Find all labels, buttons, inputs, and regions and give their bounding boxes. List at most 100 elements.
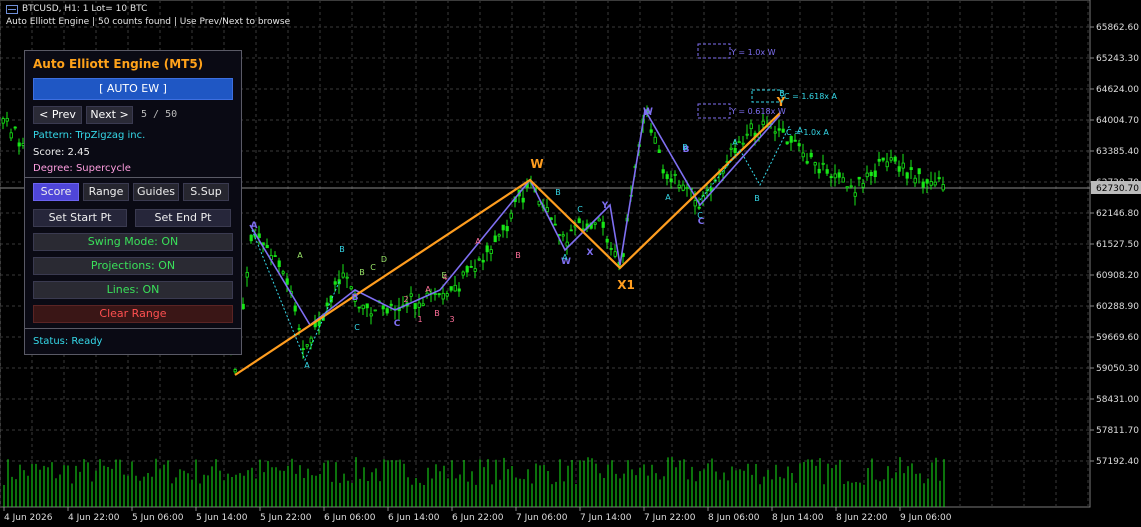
candle-body [349, 286, 353, 290]
projection-label: Y = 0.618x W [730, 107, 786, 116]
candle-body [441, 292, 445, 300]
indicator-subtitle: Auto Elliott Engine | 50 counts found | … [6, 17, 291, 27]
minor-wave-label: C [394, 319, 401, 329]
candle-body [669, 178, 673, 183]
candle-body [777, 128, 781, 131]
projections-toggle[interactable]: Projections: ON [33, 257, 233, 275]
candle-body [837, 172, 841, 178]
candle-body [249, 234, 253, 242]
candle-body [357, 306, 361, 309]
candle-body [829, 176, 833, 179]
tab-score[interactable]: Score [33, 183, 79, 201]
major-wave-label: W [530, 157, 543, 171]
candle-body [685, 187, 689, 189]
panel-title: Auto Elliott Engine (MT5) [33, 57, 204, 71]
time-label: 8 Jun 14:00 [772, 513, 824, 523]
price-label: 64624.00 [1096, 85, 1139, 95]
candle-body [889, 157, 893, 161]
candle-body [593, 222, 597, 225]
time-label: 8 Jun 22:00 [836, 513, 888, 523]
count-counter: 5 / 50 [141, 109, 178, 120]
candle-body [345, 276, 349, 279]
projection-label: Y = 1.0x W [730, 48, 776, 57]
sub-wave-label: 1 [417, 315, 422, 324]
candle-body [673, 173, 677, 176]
candle-body [857, 176, 861, 180]
sub-wave-label: 2 [403, 295, 408, 304]
time-label: 8 Jun 06:00 [708, 513, 760, 523]
tab-ssup[interactable]: S.Sup [183, 183, 229, 201]
price-label: 58431.00 [1096, 395, 1139, 405]
candle-body [501, 224, 505, 231]
sub-wave-label: A [304, 361, 310, 370]
swing-mode-toggle[interactable]: Swing Mode: ON [33, 233, 233, 251]
candle-body [925, 179, 929, 184]
prev-button[interactable]: < Prev [33, 106, 82, 124]
candle-body [805, 161, 809, 164]
candle-body [389, 303, 393, 306]
candle-body [301, 348, 305, 350]
candle-body [793, 139, 797, 142]
sub-wave-label: C [370, 263, 376, 272]
sub-wave-label: C [354, 323, 360, 332]
candle-body [493, 235, 497, 243]
candle-body [333, 281, 337, 285]
candle-body [273, 255, 277, 257]
candle-body [381, 305, 385, 310]
price-label: 59050.30 [1096, 364, 1139, 374]
candle-body [9, 132, 13, 139]
candle-body [457, 288, 461, 292]
candle-body [417, 302, 421, 308]
clear-range-button[interactable]: Clear Range [33, 305, 233, 323]
candle-body [281, 271, 285, 274]
time-label: 4 Jun 2026 [4, 513, 53, 523]
sub-wave-label: B [754, 194, 760, 203]
candle-body [521, 197, 525, 203]
candle-body [497, 234, 501, 237]
sub-wave-label: A [562, 253, 568, 262]
pattern-label: Pattern: TrpZigzag inc. [33, 130, 146, 141]
tab-range[interactable]: Range [83, 183, 129, 201]
price-label: 60288.90 [1096, 302, 1139, 312]
candle-body [601, 221, 605, 228]
candle-body [277, 260, 281, 268]
sub-wave-label: A [297, 251, 303, 260]
candle-body [365, 303, 369, 309]
candle-body [833, 173, 837, 179]
candle-body [293, 305, 297, 312]
set-start-point-button[interactable]: Set Start Pt [33, 209, 127, 227]
auto-ew-button[interactable]: [ AUTO EW ] [33, 78, 233, 100]
candle-body [609, 248, 613, 250]
tab-guides[interactable]: Guides [133, 183, 179, 201]
candle-body [909, 167, 913, 170]
candle-body [737, 141, 741, 144]
sub-wave-label: D [381, 255, 387, 264]
candle-body [421, 303, 425, 306]
candle-body [845, 186, 849, 189]
candle-body [1, 118, 5, 124]
time-label: 4 Jun 22:00 [68, 513, 120, 523]
candle-body [509, 212, 513, 219]
candle-body [917, 168, 921, 175]
candle-body [577, 218, 581, 224]
set-end-point-button[interactable]: Set End Pt [135, 209, 231, 227]
candle-body [841, 177, 845, 183]
lines-toggle[interactable]: Lines: ON [33, 281, 233, 299]
next-button[interactable]: Next > [86, 106, 133, 124]
time-label: 7 Jun 14:00 [580, 513, 632, 523]
candle-body [413, 303, 417, 310]
candle-body [649, 129, 653, 133]
candle-body [661, 169, 665, 174]
candle-body [893, 156, 897, 162]
sub-wave-label: B [515, 251, 521, 260]
candle-body [553, 223, 557, 226]
sub-wave-label: B [359, 268, 365, 277]
time-label: 6 Jun 06:00 [324, 513, 376, 523]
candle-body [773, 131, 777, 134]
candle-body [873, 170, 877, 178]
price-label: 57811.70 [1096, 426, 1139, 436]
minor-wave-label: B [352, 293, 359, 303]
candle-body [729, 147, 733, 150]
sub-wave-label: C [577, 205, 583, 214]
candle-body [445, 293, 449, 297]
